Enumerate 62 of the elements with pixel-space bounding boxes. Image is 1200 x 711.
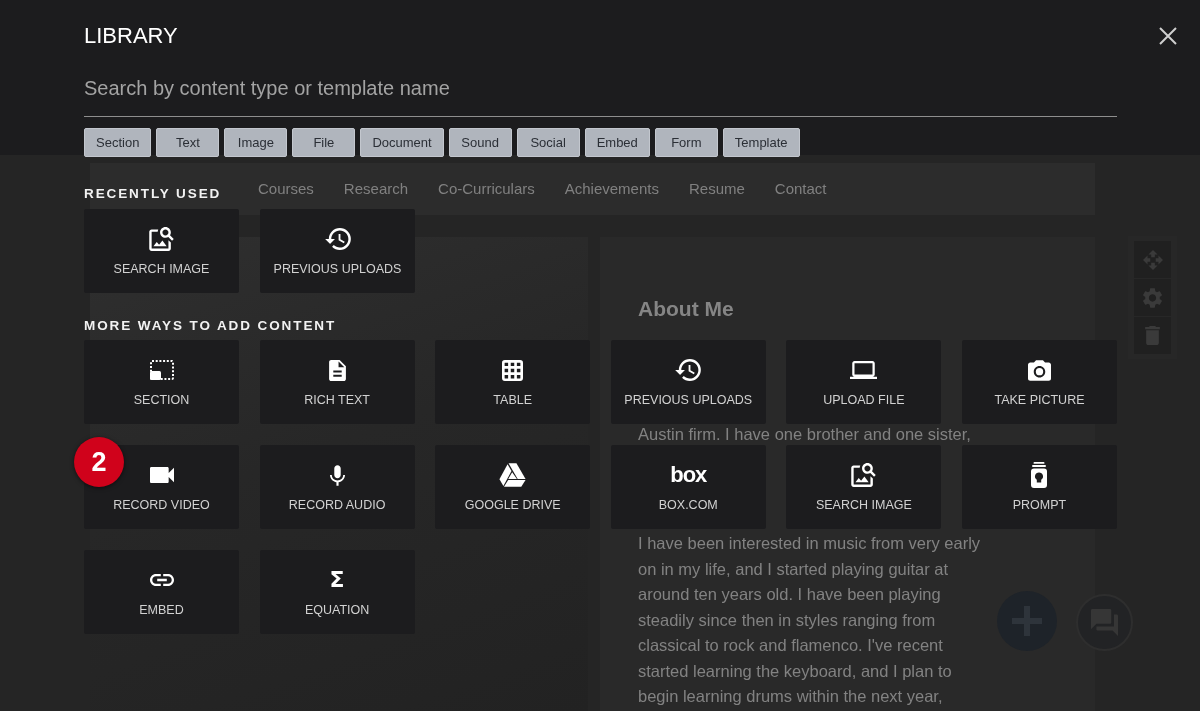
filter-chip[interactable]: Document <box>360 128 444 157</box>
history-icon <box>675 359 702 381</box>
nav-link[interactable]: Resume <box>688 180 745 198</box>
close-icon <box>1159 27 1177 45</box>
filter-chip[interactable]: File <box>292 128 356 157</box>
section-heading: About Me <box>638 297 734 321</box>
settings-icon <box>1143 287 1162 308</box>
filter-chip[interactable]: Embed <box>584 128 650 157</box>
nav-link[interactable]: Contact <box>774 180 827 198</box>
content-tile[interactable]: RICH TEXT <box>259 340 415 424</box>
settings-button[interactable] <box>1134 279 1171 316</box>
history-icon <box>324 228 351 250</box>
wordmark-logo: box <box>670 464 707 486</box>
content-tile[interactable]: EMBED <box>84 550 239 634</box>
content-tile[interactable]: PROMPT <box>961 445 1117 529</box>
lightbulb-card-icon <box>1030 462 1049 488</box>
content-tile[interactable]: SEARCH IMAGE <box>84 209 239 293</box>
trash-icon <box>1145 326 1160 345</box>
nav-link[interactable]: Research <box>343 180 409 198</box>
content-tile[interactable]: TABLE <box>435 340 591 424</box>
filter-chip[interactable]: Text <box>156 128 220 157</box>
dashed-frame-icon <box>149 360 174 380</box>
document-icon <box>328 359 346 381</box>
section-heading: MORE WAYS TO ADD CONTENT <box>84 318 337 334</box>
move-button[interactable] <box>1134 241 1171 278</box>
paragraph-text: I have been interested in music from very early on in my life, and I started playing guitar at around ten years old. I have been playing steadily since then in styles ranging from classical to rock and flamenco. I've recent started learning the keyboard, and I plan to begin learning drums within the next year, <box>638 533 981 707</box>
filter-chip[interactable]: Sound <box>448 128 512 157</box>
close-button[interactable] <box>1159 27 1177 45</box>
symbol-icon: Σ <box>329 569 345 591</box>
content-tile[interactable]: GOOGLE DRIVE <box>435 445 591 529</box>
section-heading: RECENTLY USED <box>84 186 222 202</box>
move-icon <box>1142 249 1163 270</box>
filter-chip[interactable]: Template <box>722 128 800 157</box>
video-camera-icon <box>149 467 174 483</box>
content-tile[interactable]: RECORD AUDIO <box>259 445 415 529</box>
filter-chip[interactable]: Section <box>84 128 152 157</box>
image-search-icon <box>149 227 174 251</box>
table-icon <box>502 359 524 381</box>
nav-link[interactable]: Achievements <box>564 180 659 198</box>
camera-icon <box>1027 359 1051 381</box>
image-search-icon <box>851 463 877 487</box>
content-tile[interactable]: PREVIOUS UPLOADS <box>610 340 766 424</box>
content-tile[interactable]: TAKE PICTURE <box>961 340 1117 424</box>
nav-link[interactable]: Co-Curriculars <box>438 180 535 198</box>
content-tile[interactable]: SECTION <box>84 340 239 424</box>
search-field[interactable]: Search by content type or template name <box>84 70 1117 117</box>
filter-chip[interactable]: Social <box>516 128 580 157</box>
modal-title: LIBRARY <box>84 24 178 48</box>
microphone-icon <box>329 464 345 486</box>
triangle-logo-icon <box>499 463 527 487</box>
nav-link[interactable]: Courses <box>258 180 314 198</box>
filter-chip[interactable]: Form <box>654 128 718 157</box>
content-tile[interactable]: SEARCH IMAGE <box>786 445 942 529</box>
filter-chip[interactable]: Image <box>224 128 288 157</box>
content-tile[interactable]: Σ EQUATION <box>259 550 415 634</box>
paragraph-text: Austin firm. I have one brother and one sister, <box>638 425 971 444</box>
delete-button[interactable] <box>1134 317 1171 354</box>
laptop-icon <box>850 361 878 379</box>
content-tile[interactable]: PREVIOUS UPLOADS <box>260 209 415 293</box>
content-tile[interactable]: box BOX.COM <box>610 445 766 529</box>
link-icon <box>149 574 174 586</box>
content-tile[interactable]: UPLOAD FILE <box>786 340 942 424</box>
